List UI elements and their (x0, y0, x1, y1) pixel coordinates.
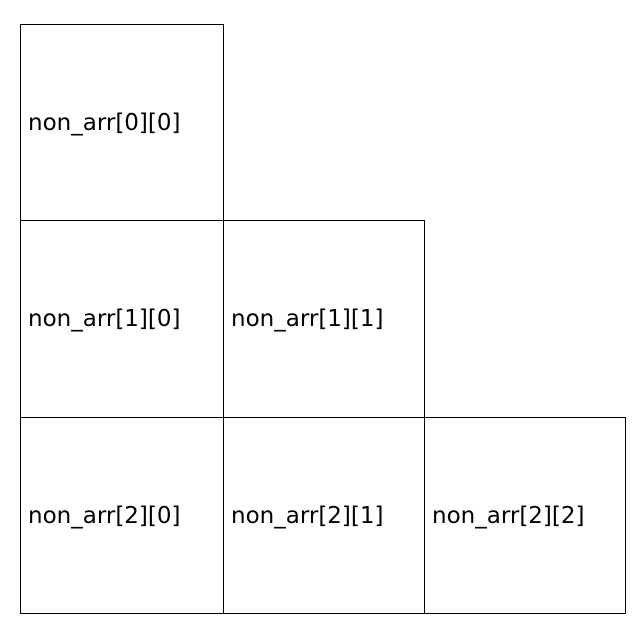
cell-2-2: non_arr[2][2] (424, 417, 626, 614)
cell-label: non_arr[2][1] (231, 502, 384, 529)
cell-1-0: non_arr[1][0] (20, 220, 224, 418)
cell-label: non_arr[2][2] (432, 502, 585, 529)
cell-label: non_arr[2][0] (28, 502, 181, 529)
cell-label: non_arr[1][0] (28, 306, 181, 332)
cell-label: non_arr[1][1] (231, 306, 384, 332)
cell-2-1: non_arr[2][1] (223, 417, 425, 614)
cell-label: non_arr[0][0] (28, 109, 181, 136)
cell-2-0: non_arr[2][0] (20, 417, 224, 614)
cell-1-1: non_arr[1][1] (223, 220, 425, 418)
cell-0-0: non_arr[0][0] (20, 24, 224, 221)
jagged-array-diagram: non_arr[0][0] non_arr[1][0] non_arr[1][1… (0, 0, 636, 629)
